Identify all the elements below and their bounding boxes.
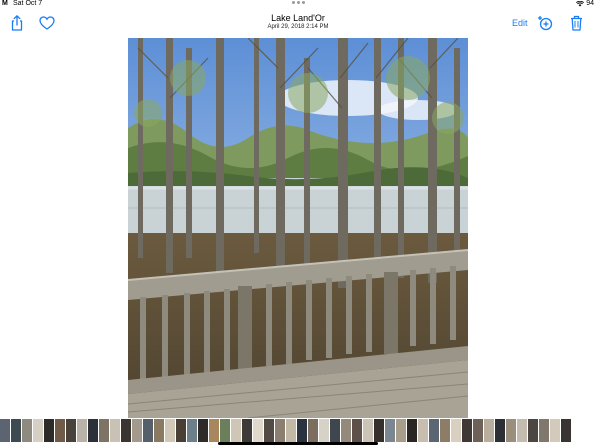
filmstrip-thumbnail[interactable] bbox=[22, 419, 32, 442]
filmstrip-thumbnail[interactable] bbox=[110, 419, 120, 442]
share-icon[interactable] bbox=[8, 14, 26, 32]
filmstrip-thumbnail[interactable] bbox=[506, 419, 516, 442]
filmstrip-thumbnail[interactable] bbox=[495, 419, 505, 442]
filmstrip-thumbnail[interactable] bbox=[484, 419, 494, 442]
filmstrip-thumbnail[interactable] bbox=[209, 419, 219, 442]
filmstrip-thumbnail[interactable] bbox=[286, 419, 296, 442]
filmstrip-thumbnail[interactable] bbox=[231, 419, 241, 442]
filmstrip-thumbnail[interactable] bbox=[561, 419, 571, 442]
filmstrip-thumbnail[interactable] bbox=[517, 419, 527, 442]
photo-view[interactable] bbox=[128, 38, 468, 418]
filmstrip-thumbnail[interactable] bbox=[242, 419, 252, 442]
filmstrip-thumbnail[interactable] bbox=[187, 419, 197, 442]
edit-button[interactable]: Edit bbox=[512, 18, 528, 28]
photo-date: April 29, 2018 2:14 PM bbox=[267, 24, 329, 30]
photo-title: Lake Land'Or bbox=[271, 13, 325, 23]
status-bar: M Sat Oct 7 94 bbox=[0, 0, 596, 10]
filmstrip-thumbnail[interactable] bbox=[33, 419, 43, 442]
heart-icon[interactable] bbox=[38, 14, 56, 32]
filmstrip-thumbnail[interactable] bbox=[429, 419, 439, 442]
wifi-icon bbox=[576, 0, 585, 6]
status-time: M bbox=[2, 0, 8, 7]
filmstrip-thumbnail[interactable] bbox=[165, 419, 175, 442]
filmstrip-thumbnail[interactable] bbox=[44, 419, 54, 442]
filmstrip-thumbnail[interactable] bbox=[462, 419, 472, 442]
filmstrip-thumbnail[interactable] bbox=[99, 419, 109, 442]
title-block: Lake Land'Or April 29, 2018 2:14 PM bbox=[198, 13, 398, 30]
filmstrip-thumbnail[interactable] bbox=[319, 419, 329, 442]
photo-toolbar: Lake Land'Or April 29, 2018 2:14 PM Edit bbox=[0, 10, 596, 38]
home-indicator[interactable] bbox=[218, 442, 378, 445]
trash-icon[interactable] bbox=[567, 14, 585, 32]
filmstrip-thumbnail[interactable] bbox=[253, 419, 263, 442]
filmstrip-thumbnail[interactable] bbox=[11, 419, 21, 442]
filmstrip-thumbnail[interactable] bbox=[55, 419, 65, 442]
filmstrip-thumbnail[interactable] bbox=[473, 419, 483, 442]
filmstrip-thumbnail[interactable] bbox=[407, 419, 417, 442]
photo-image bbox=[128, 38, 468, 418]
filmstrip-thumbnail[interactable] bbox=[143, 419, 153, 442]
filmstrip-thumbnail[interactable] bbox=[308, 419, 318, 442]
filmstrip-thumbnail[interactable] bbox=[297, 419, 307, 442]
filmstrip-thumbnail[interactable] bbox=[330, 419, 340, 442]
filmstrip-thumbnail[interactable] bbox=[66, 419, 76, 442]
filmstrip-thumbnail[interactable] bbox=[374, 419, 384, 442]
filmstrip-thumbnail[interactable] bbox=[352, 419, 362, 442]
filmstrip-thumbnail[interactable] bbox=[363, 419, 373, 442]
filmstrip-thumbnail[interactable] bbox=[176, 419, 186, 442]
filmstrip-thumbnail[interactable] bbox=[341, 419, 351, 442]
filmstrip-thumbnail[interactable] bbox=[264, 419, 274, 442]
filmstrip-thumbnail[interactable] bbox=[0, 419, 10, 442]
filmstrip-thumbnail[interactable] bbox=[528, 419, 538, 442]
filmstrip-thumbnail[interactable] bbox=[88, 419, 98, 442]
filmstrip-thumbnail[interactable] bbox=[154, 419, 164, 442]
filmstrip[interactable] bbox=[0, 419, 596, 442]
filmstrip-thumbnail[interactable] bbox=[451, 419, 461, 442]
status-right: 94 bbox=[576, 0, 594, 7]
battery-percent: 94 bbox=[586, 0, 594, 7]
filmstrip-thumbnail[interactable] bbox=[198, 419, 208, 442]
filmstrip-thumbnail[interactable] bbox=[132, 419, 142, 442]
filmstrip-thumbnail[interactable] bbox=[550, 419, 560, 442]
filmstrip-thumbnail[interactable] bbox=[220, 419, 230, 442]
filmstrip-thumbnail[interactable] bbox=[396, 419, 406, 442]
filmstrip-thumbnail[interactable] bbox=[275, 419, 285, 442]
filmstrip-thumbnail[interactable] bbox=[440, 419, 450, 442]
filmstrip-thumbnail[interactable] bbox=[539, 419, 549, 442]
filmstrip-thumbnail[interactable] bbox=[77, 419, 87, 442]
multitasking-dots[interactable] bbox=[292, 1, 305, 4]
filmstrip-thumbnail[interactable] bbox=[121, 419, 131, 442]
filmstrip-thumbnail[interactable] bbox=[385, 419, 395, 442]
status-date: Sat Oct 7 bbox=[13, 0, 43, 7]
add-to-album-icon[interactable] bbox=[536, 14, 554, 32]
filmstrip-thumbnail[interactable] bbox=[418, 419, 428, 442]
